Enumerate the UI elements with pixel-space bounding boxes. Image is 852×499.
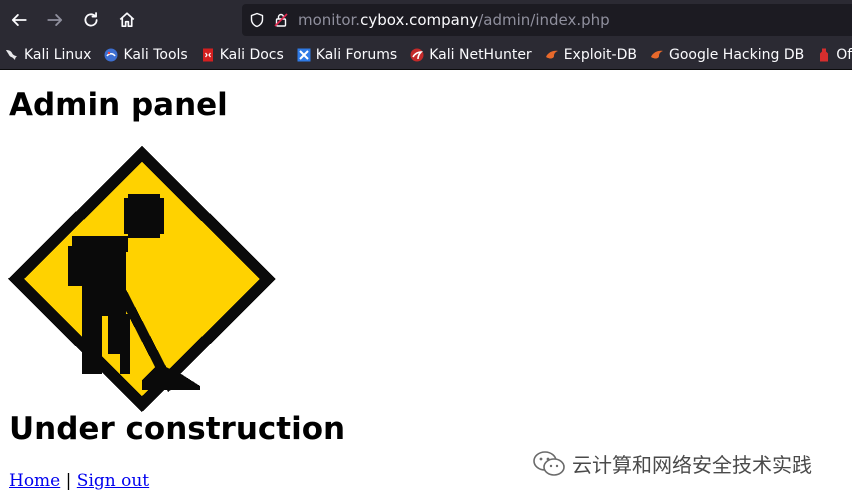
kali-forums-icon <box>296 47 312 63</box>
kali-nethunter-icon <box>409 47 425 63</box>
kali-docs-icon <box>200 47 216 63</box>
url-prefix: monitor. <box>298 11 361 29</box>
footer-links: Home | Sign out <box>9 471 149 491</box>
shield-icon[interactable] <box>248 11 266 29</box>
reload-button[interactable] <box>74 3 108 37</box>
bookmark-label: OffSec <box>836 46 852 63</box>
url-text[interactable]: monitor.cybox.company/admin/index.php <box>298 11 610 29</box>
home-link[interactable]: Home <box>9 471 60 491</box>
home-icon <box>119 12 135 28</box>
bookmark-label: Kali Linux <box>24 46 92 63</box>
bookmarks-bar: Kali Linux Kali Tools Kali Docs Kali For… <box>0 40 852 70</box>
kali-dragon-icon <box>4 47 20 63</box>
bookmark-kali-linux[interactable]: Kali Linux <box>0 43 95 67</box>
watermark-text: 云计算和网络安全技术实践 <box>572 453 812 477</box>
back-button[interactable] <box>2 3 36 37</box>
bookmark-ghdb[interactable]: Google Hacking DB <box>645 43 808 67</box>
bookmark-label: Kali Docs <box>219 46 284 63</box>
reload-icon <box>84 12 98 27</box>
forward-button[interactable] <box>38 3 72 37</box>
bookmark-label: Google Hacking DB <box>668 46 805 63</box>
construction-heading: Under construction <box>9 411 346 447</box>
insecure-lock-icon[interactable] <box>272 11 290 29</box>
address-bar[interactable]: monitor.cybox.company/admin/index.php <box>242 4 852 36</box>
watermark: 云计算和网络安全技术实践 <box>532 449 812 478</box>
bookmark-kali-forums[interactable]: Kali Forums <box>292 43 401 67</box>
bookmark-label: Exploit-DB <box>563 46 637 63</box>
bookmark-label: Kali Forums <box>315 46 398 63</box>
sign-out-link[interactable]: Sign out <box>77 471 149 491</box>
bookmark-kali-nethunter[interactable]: Kali NetHunter <box>405 43 535 67</box>
bookmark-label: Kali NetHunter <box>429 46 532 63</box>
page-content: Admin panel Under construction Home | Si… <box>0 71 852 499</box>
link-separator: | <box>65 471 72 491</box>
exploit-db-icon <box>544 47 560 63</box>
bookmark-offsec[interactable]: OffSec <box>812 43 852 67</box>
wechat-icon <box>533 450 565 476</box>
offsec-icon <box>816 47 832 63</box>
construction-sign-icon <box>8 146 276 412</box>
bookmark-kali-docs[interactable]: Kali Docs <box>196 43 288 67</box>
home-button[interactable] <box>110 3 144 37</box>
kali-tools-icon <box>103 47 119 63</box>
browser-toolbar: monitor.cybox.company/admin/index.php <box>0 0 852 40</box>
bookmark-exploit-db[interactable]: Exploit-DB <box>540 43 641 67</box>
url-host: cybox.company <box>360 11 479 29</box>
bookmark-label: Kali Tools <box>123 46 188 63</box>
ghdb-icon <box>649 47 665 63</box>
bookmark-kali-tools[interactable]: Kali Tools <box>99 43 191 67</box>
page-title: Admin panel <box>9 87 228 123</box>
url-path: /admin/index.php <box>478 11 610 29</box>
arrow-right-icon <box>47 14 63 26</box>
arrow-left-icon <box>11 14 27 26</box>
